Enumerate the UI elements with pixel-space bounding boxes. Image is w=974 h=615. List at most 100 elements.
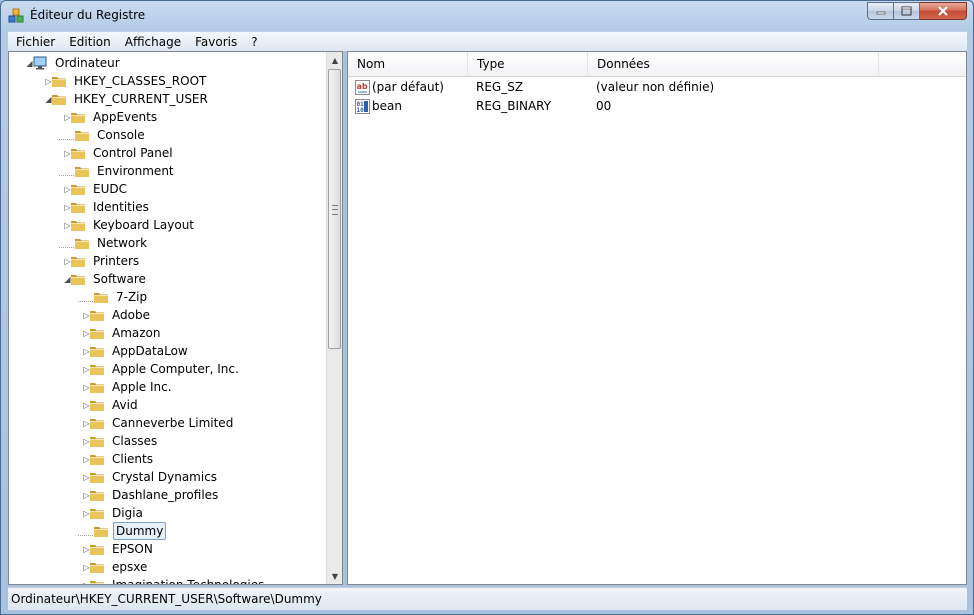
collapsed-triangle-icon[interactable]: ▷ xyxy=(82,437,91,446)
title-bar[interactable]: Éditeur du Registre xyxy=(1,1,973,30)
tree-vertical-scrollbar[interactable]: ▲ ▼ xyxy=(326,52,342,584)
tree-node[interactable]: ▷ Dashlane_profiles xyxy=(78,486,221,504)
tree-node[interactable]: ▷ epsxe xyxy=(78,558,150,576)
collapsed-triangle-icon[interactable]: ▷ xyxy=(63,203,72,212)
collapsed-triangle-icon[interactable]: ▷ xyxy=(82,419,91,428)
scroll-down-arrow-icon[interactable]: ▼ xyxy=(327,568,342,584)
tree-node[interactable]: ◢ Ordinateur xyxy=(21,54,123,72)
minimize-icon xyxy=(876,11,885,15)
folder-icon xyxy=(90,401,104,411)
folder-icon xyxy=(71,185,85,195)
tree-connector xyxy=(59,238,74,248)
menu-fichier[interactable]: Fichier xyxy=(8,35,62,49)
minimize-button[interactable] xyxy=(867,2,894,20)
collapsed-triangle-icon[interactable]: ▷ xyxy=(63,149,72,158)
expanded-triangle-icon[interactable]: ◢ xyxy=(25,59,34,68)
column-header-data[interactable]: Données xyxy=(588,52,879,76)
window-title: Éditeur du Registre xyxy=(30,8,146,22)
tree-node-label: Network xyxy=(97,236,148,250)
tree-node[interactable]: ▷ HKEY_CLASSES_ROOT xyxy=(40,72,209,90)
collapsed-triangle-icon[interactable]: ▷ xyxy=(82,581,91,585)
collapsed-triangle-icon[interactable]: ▷ xyxy=(82,545,91,554)
tree-node[interactable]: ◢ Software xyxy=(59,270,149,288)
scroll-up-arrow-icon[interactable]: ▲ xyxy=(327,52,342,68)
menu-affichage[interactable]: Affichage xyxy=(118,35,188,49)
folder-icon xyxy=(75,239,89,249)
collapsed-triangle-icon[interactable]: ▷ xyxy=(82,509,91,518)
tree-node[interactable]: ▷ Avid xyxy=(78,396,141,414)
folder-icon xyxy=(75,167,89,177)
collapsed-triangle-icon[interactable]: ▷ xyxy=(63,113,72,122)
tree-node-label: Dashlane_profiles xyxy=(112,488,219,502)
tree-node[interactable]: ▷ Control Panel xyxy=(59,144,176,162)
tree-node[interactable]: ▷ AppDataLow xyxy=(78,342,191,360)
maximize-button[interactable] xyxy=(894,2,920,20)
collapsed-triangle-icon[interactable]: ▷ xyxy=(82,455,91,464)
tree-node[interactable]: ▷ Printers xyxy=(59,252,142,270)
folder-icon xyxy=(90,509,104,519)
folder-icon xyxy=(94,293,108,303)
scrollbar-grip-icon xyxy=(332,205,338,215)
list-item[interactable]: 01 10 bean REG_BINARY 00 xyxy=(348,97,966,116)
collapsed-triangle-icon[interactable]: ▷ xyxy=(82,347,91,356)
collapsed-triangle-icon[interactable]: ▷ xyxy=(82,311,91,320)
tree-node[interactable]: Network xyxy=(59,234,150,252)
tree-node[interactable]: ▷ Apple Inc. xyxy=(78,378,175,396)
collapsed-triangle-icon[interactable]: ▷ xyxy=(82,473,91,482)
tree-node[interactable]: ◢ HKEY_CURRENT_USER xyxy=(40,90,211,108)
folder-icon xyxy=(71,275,85,285)
tree-node-label: Keyboard Layout xyxy=(93,218,195,232)
tree-node[interactable]: ▷ EUDC xyxy=(59,180,130,198)
tree-node[interactable]: ▷ Digia xyxy=(78,504,146,522)
tree-node-label: EPSON xyxy=(112,542,153,556)
menu-edition[interactable]: Edition xyxy=(62,35,118,49)
collapsed-triangle-icon[interactable]: ▷ xyxy=(82,401,91,410)
tree-node[interactable]: ▷ Apple Computer, Inc. xyxy=(78,360,242,378)
collapsed-triangle-icon[interactable]: ▷ xyxy=(44,77,53,86)
expanded-triangle-icon[interactable]: ◢ xyxy=(44,95,53,104)
tree-connector xyxy=(59,166,74,176)
collapsed-triangle-icon[interactable]: ▷ xyxy=(63,185,72,194)
folder-icon xyxy=(71,149,85,159)
tree-node-label: HKEY_CURRENT_USER xyxy=(74,92,208,106)
tree-node[interactable]: ▷ Canneverbe Limited xyxy=(78,414,236,432)
tree-node[interactable]: ▷ Keyboard Layout xyxy=(59,216,197,234)
menu-help[interactable]: ? xyxy=(244,35,264,49)
tree-node[interactable]: ▷ Identities xyxy=(59,198,152,216)
folder-icon xyxy=(90,329,104,339)
tree-node[interactable]: ▷ Classes xyxy=(78,432,160,450)
collapsed-triangle-icon[interactable]: ▷ xyxy=(63,221,72,230)
status-path: Ordinateur\HKEY_CURRENT_USER\Software\Du… xyxy=(11,592,322,606)
scrollbar-thumb[interactable] xyxy=(328,69,341,349)
tree-node[interactable]: ▷ Amazon xyxy=(78,324,164,342)
tree-node[interactable]: ▷ Crystal Dynamics xyxy=(78,468,220,486)
computer-icon xyxy=(33,56,47,70)
menu-favoris[interactable]: Favoris xyxy=(188,35,244,49)
tree-node[interactable]: ▷ EPSON xyxy=(78,540,156,558)
tree-node-label: Control Panel xyxy=(93,146,173,160)
close-button[interactable] xyxy=(920,2,967,20)
collapsed-triangle-icon[interactable]: ▷ xyxy=(63,257,72,266)
tree-node-label: Imagination Technologies xyxy=(109,576,267,584)
tree-node[interactable]: ▷ AppEvents xyxy=(59,108,160,126)
tree-node-label: Apple Inc. xyxy=(112,380,172,394)
collapsed-triangle-icon[interactable]: ▷ xyxy=(82,365,91,374)
value-name: bean xyxy=(372,99,402,113)
tree-node[interactable]: ▷ Adobe xyxy=(78,306,153,324)
folder-icon xyxy=(90,365,104,375)
tree-node[interactable]: Dummy xyxy=(78,522,167,540)
column-header-type[interactable]: Type xyxy=(468,52,588,76)
svg-text:10: 10 xyxy=(357,107,365,114)
collapsed-triangle-icon[interactable]: ▷ xyxy=(82,329,91,338)
tree-node[interactable]: ▷ Clients xyxy=(78,450,156,468)
collapsed-triangle-icon[interactable]: ▷ xyxy=(82,383,91,392)
collapsed-triangle-icon[interactable]: ▷ xyxy=(82,563,91,572)
tree-node[interactable]: Environment xyxy=(59,162,177,180)
expanded-triangle-icon[interactable]: ◢ xyxy=(63,275,72,284)
tree-node[interactable]: 7-Zip xyxy=(78,288,150,306)
tree-node[interactable]: Console xyxy=(59,126,148,144)
column-header-name[interactable]: Nom xyxy=(348,52,468,76)
tree-node[interactable]: ▷ Imagination Technologies xyxy=(78,576,267,584)
list-item[interactable]: ab (par défaut) REG_SZ (valeur non défin… xyxy=(348,78,966,97)
collapsed-triangle-icon[interactable]: ▷ xyxy=(82,491,91,500)
